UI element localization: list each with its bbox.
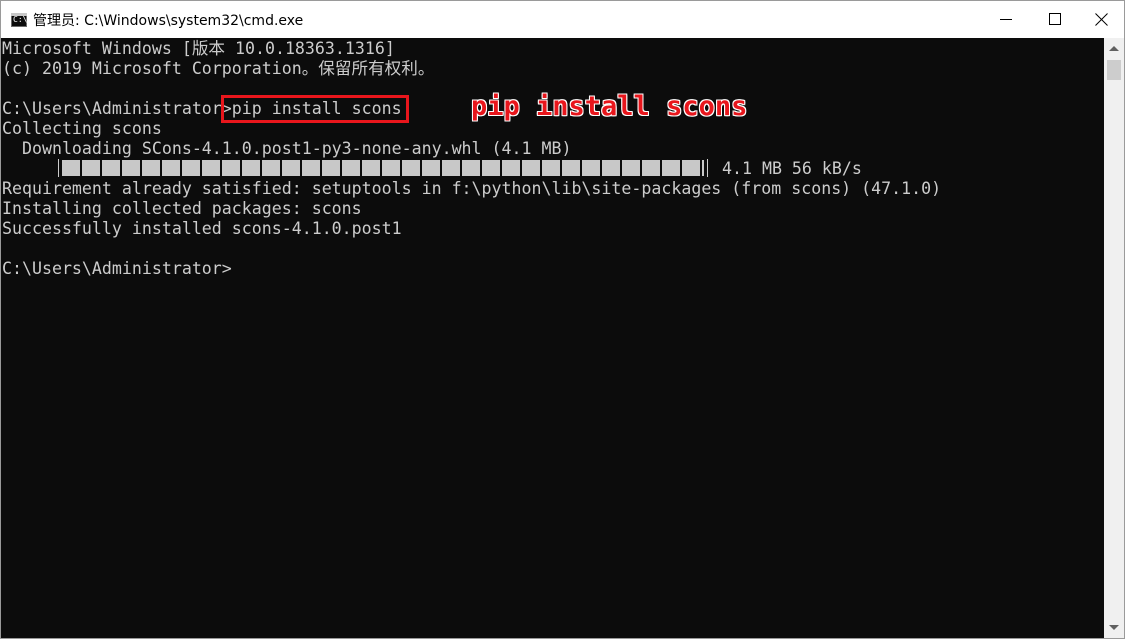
console-output[interactable]: Microsoft Windows [版本 10.0.18363.1316] (…	[1, 38, 1104, 638]
command-highlight-box	[221, 95, 409, 123]
scroll-thumb[interactable]	[1107, 60, 1121, 80]
console-line-success: Successfully installed scons-4.1.0.post1	[2, 219, 402, 238]
progress-bar-left-edge	[58, 159, 59, 177]
cmd-window: C:\ 管理员: C:\Windows\system32\cmd.exe Mic…	[0, 0, 1125, 639]
scroll-up-arrow-icon[interactable]	[1109, 46, 1119, 51]
minimize-button[interactable]	[982, 1, 1032, 38]
cmd-icon: C:\	[11, 12, 27, 27]
maximize-icon	[1049, 13, 1061, 25]
console-line-prompt: C:\Users\Administrator>	[2, 259, 232, 278]
maximize-button[interactable]	[1032, 1, 1080, 38]
window-title: 管理员: C:\Windows\system32\cmd.exe	[33, 12, 304, 29]
download-progress-bar	[58, 159, 708, 177]
progress-bar-right-edge	[707, 159, 708, 177]
console-line-copyright: (c) 2019 Microsoft Corporation。保留所有权利。	[2, 59, 435, 78]
minimize-icon	[1000, 19, 1012, 20]
annotation-label: pip install scons	[471, 91, 748, 122]
window-controls	[982, 1, 1124, 38]
console-line-version: Microsoft Windows [版本 10.0.18363.1316]	[2, 39, 395, 58]
progress-stats: 4.1 MB 56 kB/s	[722, 159, 862, 178]
console-line-downloading: Downloading SCons-4.1.0.post1-py3-none-a…	[2, 139, 572, 158]
scroll-down-arrow-icon[interactable]	[1109, 625, 1119, 630]
console-line-requirement: Requirement already satisfied: setuptool…	[2, 179, 942, 198]
progress-bar-fill	[62, 160, 704, 176]
vertical-scrollbar[interactable]	[1104, 38, 1124, 638]
close-button[interactable]	[1080, 1, 1124, 38]
title-bar[interactable]: C:\ 管理员: C:\Windows\system32\cmd.exe	[1, 1, 1124, 38]
console-line-collecting: Collecting scons	[2, 119, 162, 138]
close-icon	[1095, 12, 1109, 26]
console-line-installing: Installing collected packages: scons	[2, 199, 362, 218]
